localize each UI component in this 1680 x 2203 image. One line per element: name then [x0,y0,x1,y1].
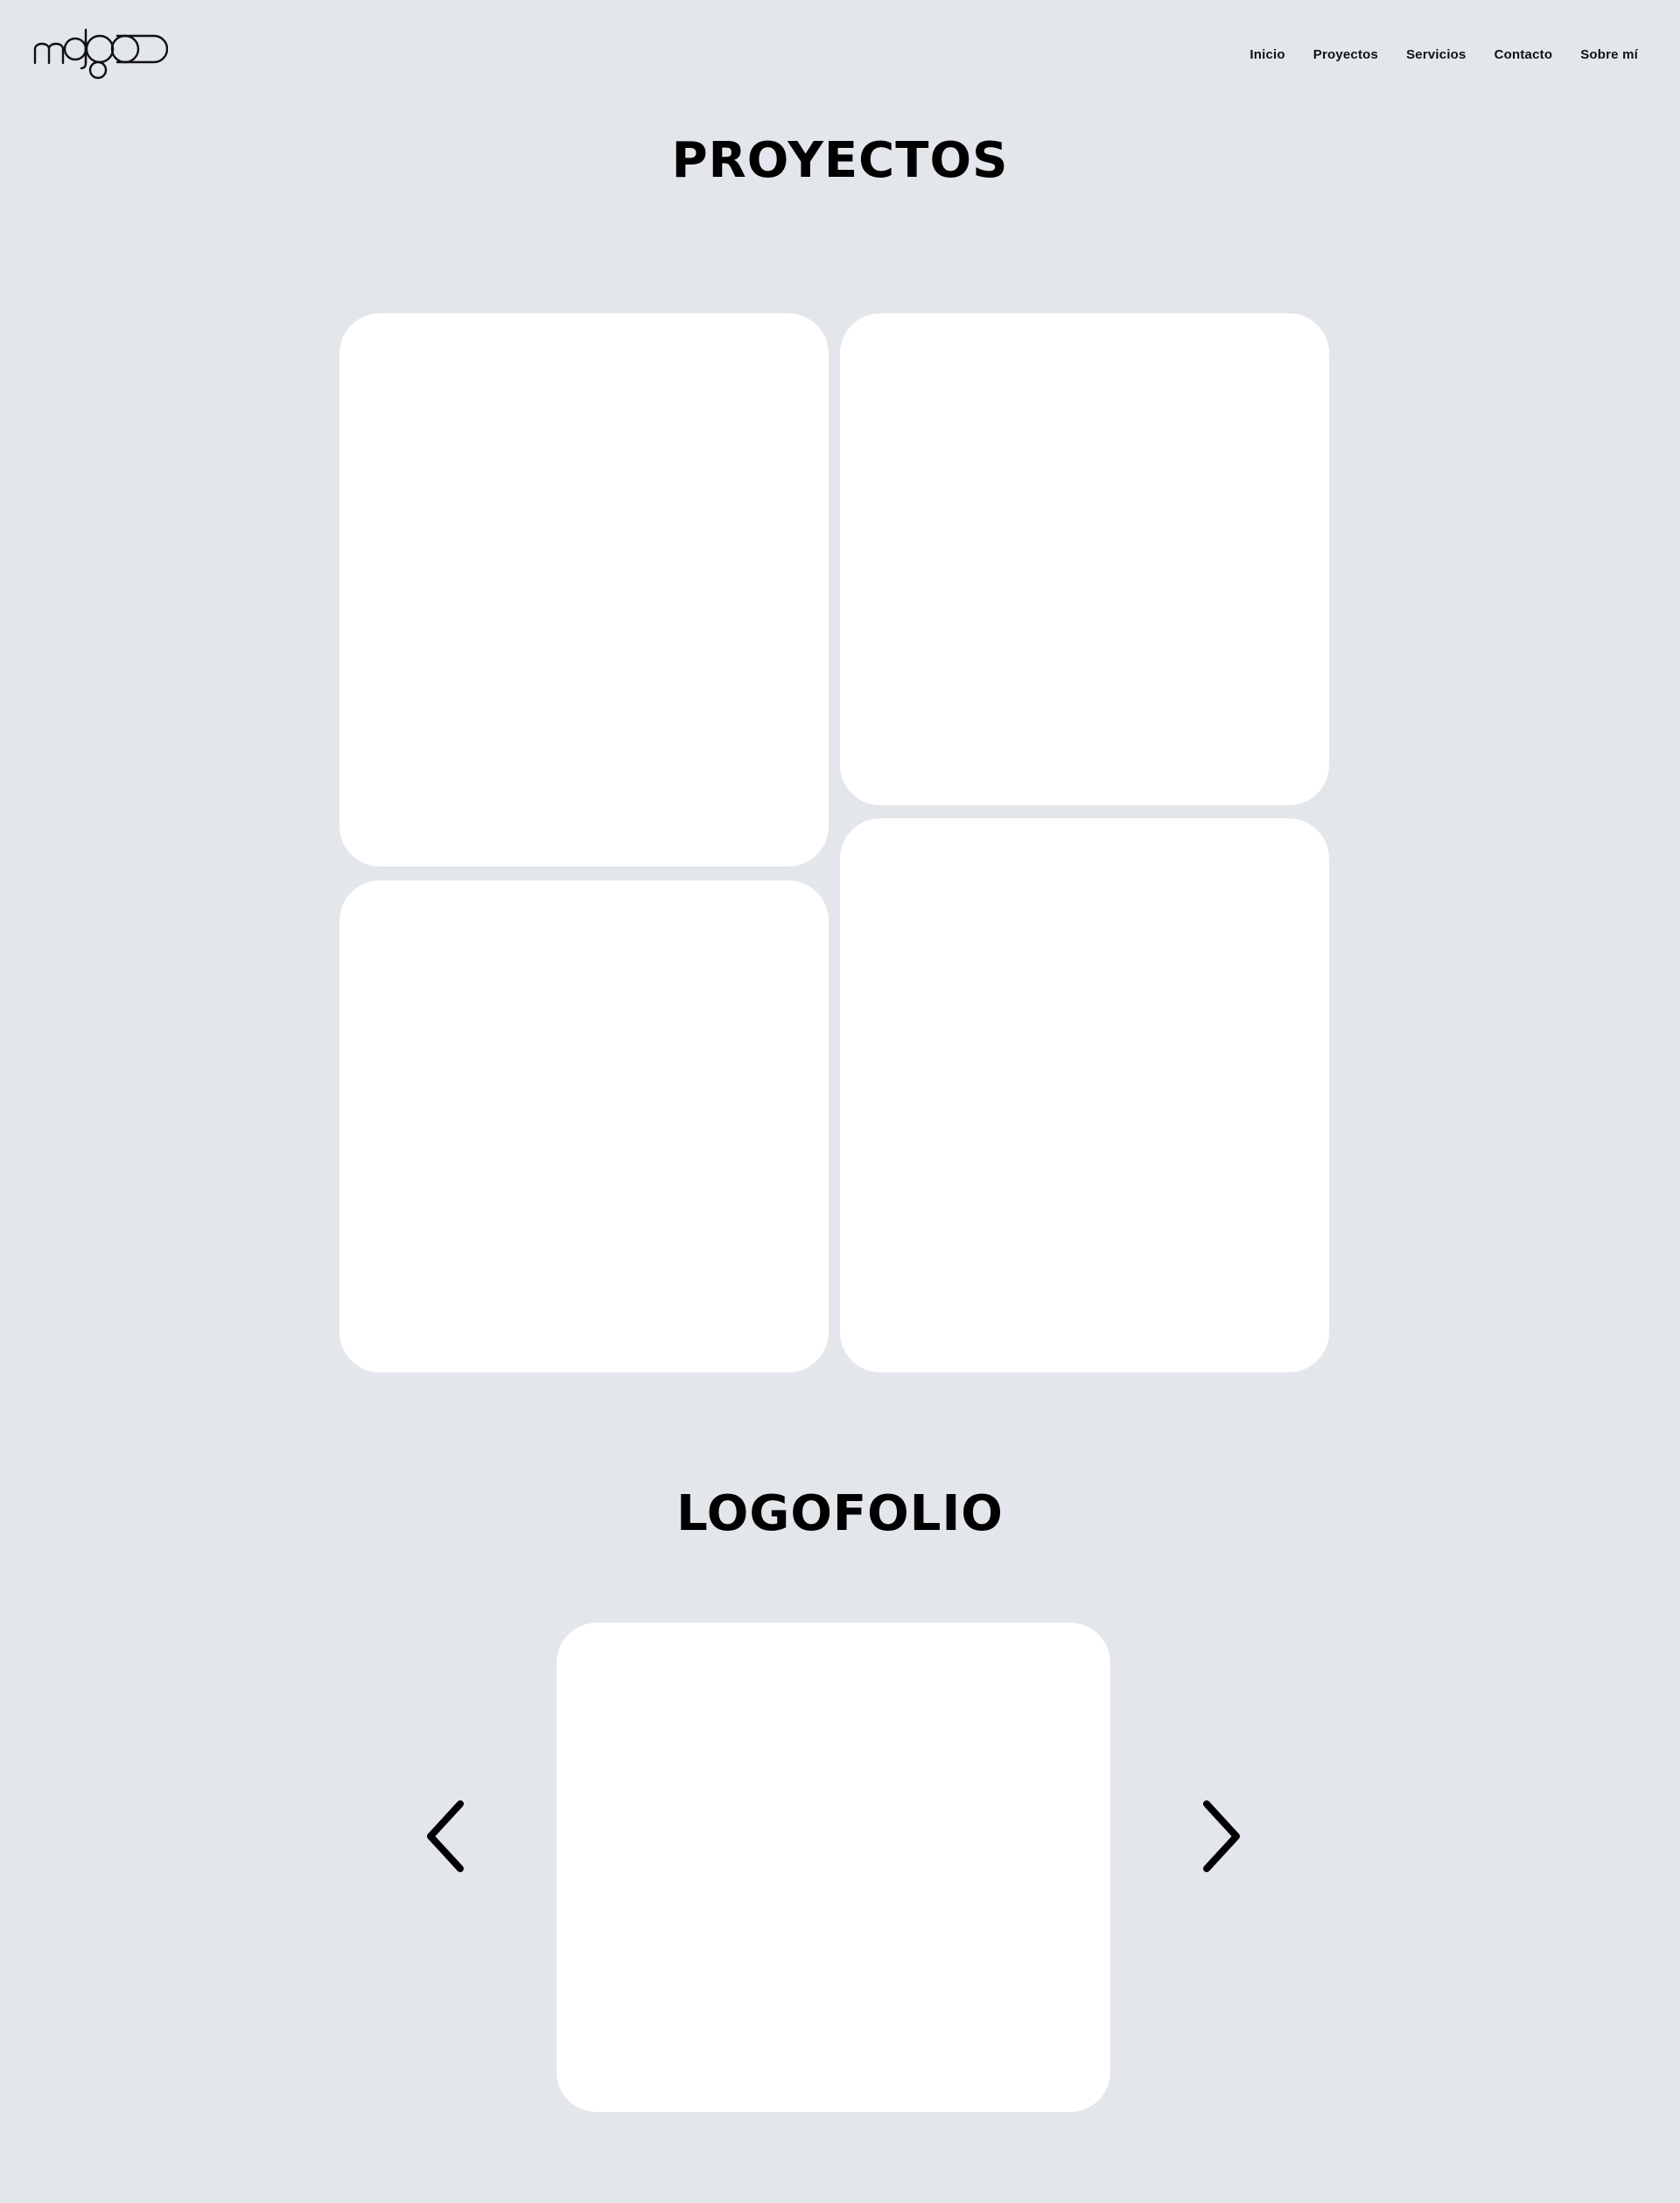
nav-link-inicio[interactable]: Inicio [1250,47,1284,62]
nav-link-contacto[interactable]: Contacto [1494,47,1553,62]
project-card-1[interactable] [340,313,829,866]
project-card-4[interactable] [840,818,1329,1372]
nav-link-sobre-mi[interactable]: Sobre mí [1580,47,1638,62]
logofolio-title: LOGOFOLIO [676,1485,1004,1542]
nav-link-proyectos[interactable]: Proyectos [1313,47,1378,62]
carousel-prev-button[interactable] [422,1797,471,1876]
logo[interactable] [33,26,169,81]
projects-title: PROYECTOS [671,132,1009,189]
logofolio-carousel-slide[interactable] [556,1623,1110,2112]
chevron-left-icon [427,1800,464,1872]
project-card-3[interactable] [340,880,829,1372]
main-nav: Inicio Proyectos Servicios Contacto Sobr… [1250,47,1638,62]
nav-link-servicios[interactable]: Servicios [1406,47,1466,62]
project-card-2[interactable] [840,313,1329,805]
chevron-right-icon [1203,1800,1240,1872]
carousel-next-button[interactable] [1196,1797,1245,1876]
mgbo-logo-icon [33,28,169,80]
